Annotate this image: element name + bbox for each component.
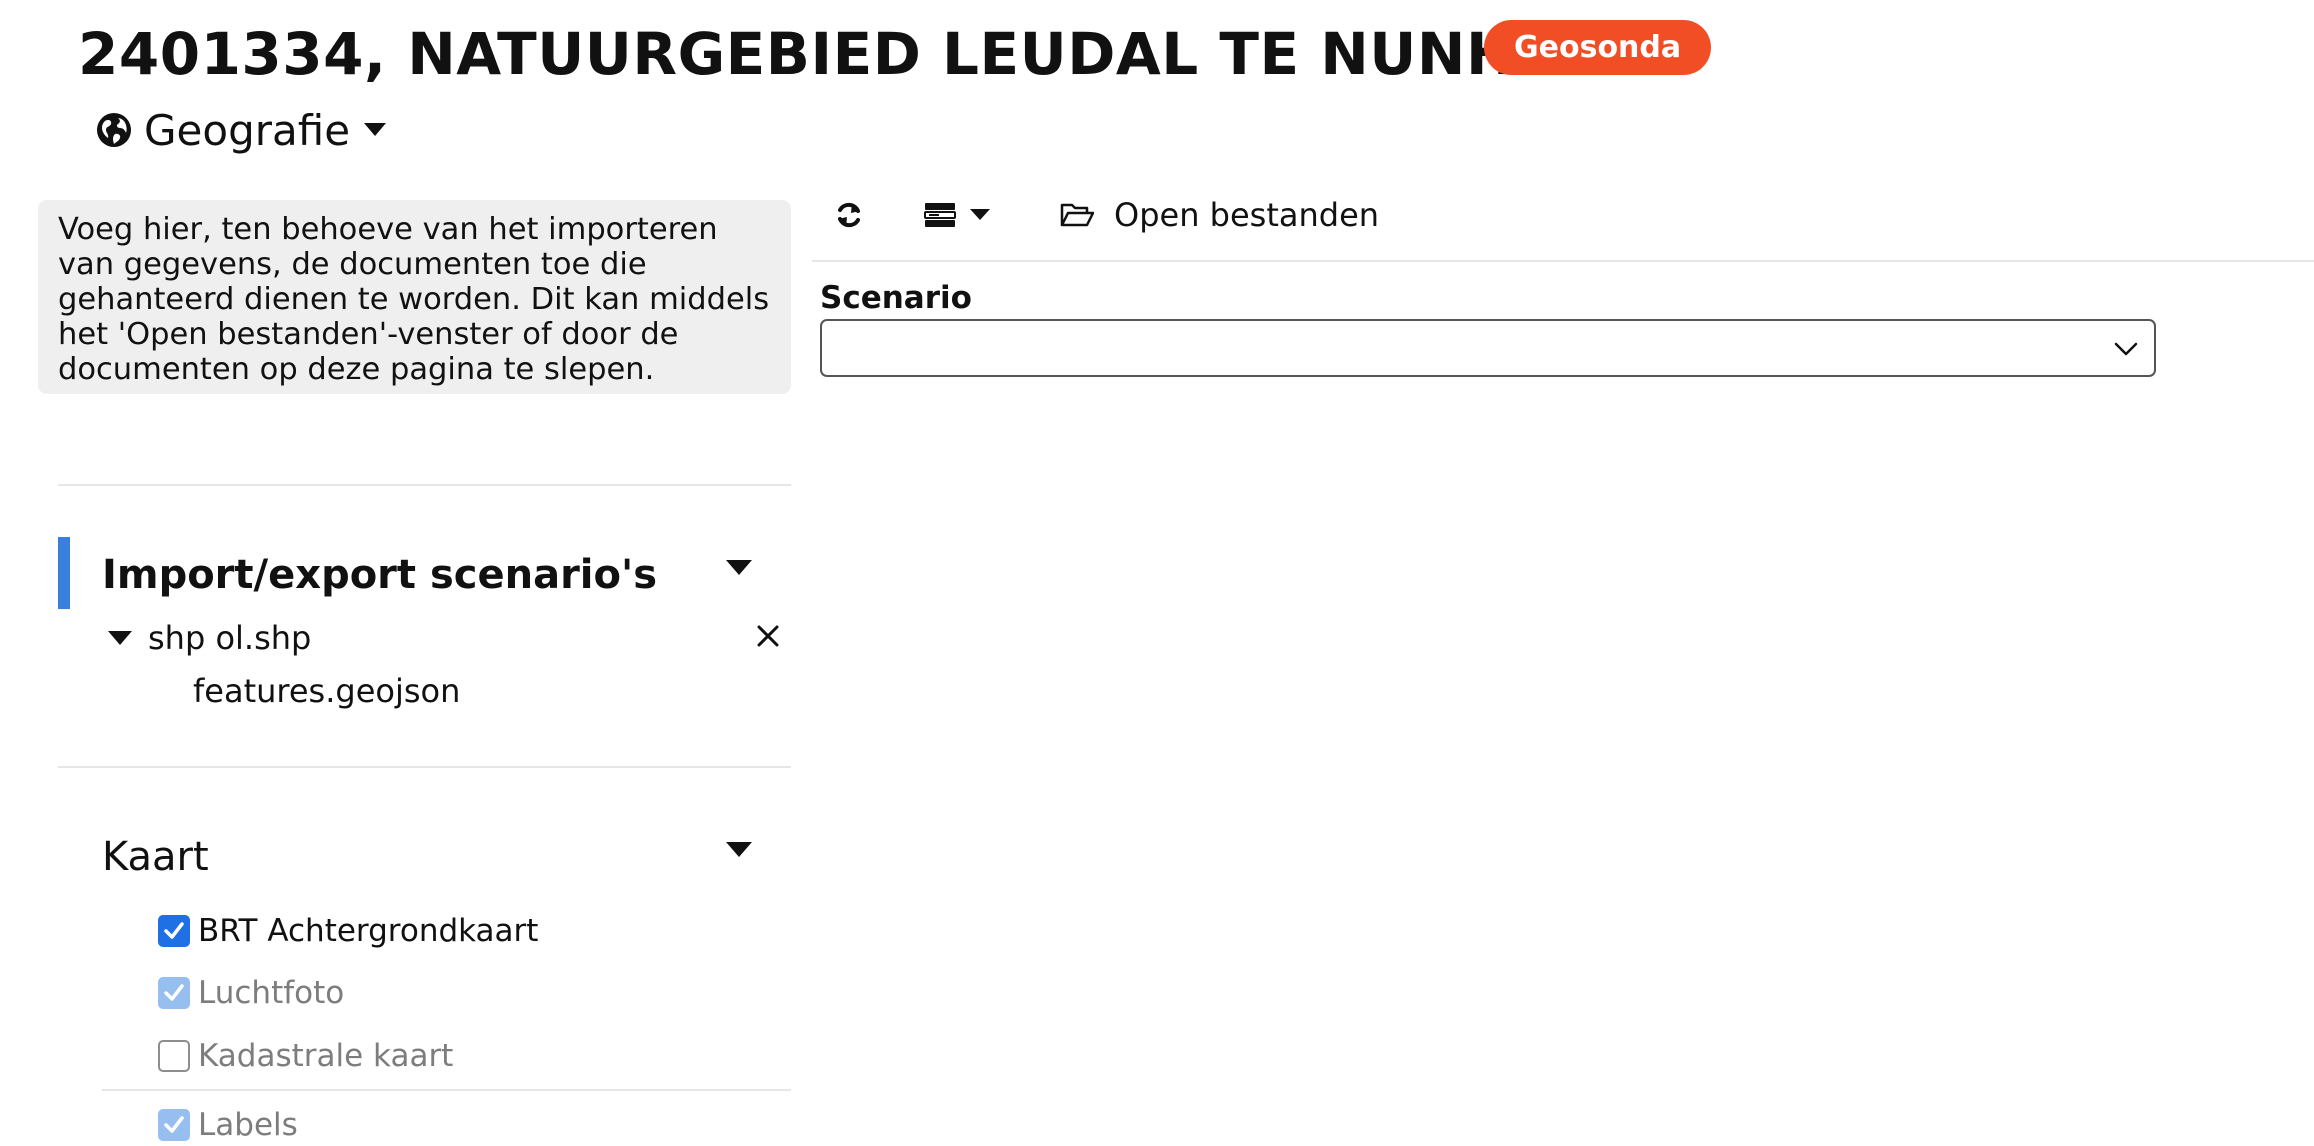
layer-label: Kadastrale kaart [198, 1038, 454, 1074]
checkbox [158, 1109, 190, 1141]
section-title-import-export[interactable]: Import/export scenario's [102, 549, 657, 601]
layer-option-kadastrale-kaart: Kadastrale kaart [158, 1035, 453, 1077]
brand-badge: Geosonda [1484, 20, 1712, 75]
active-section-indicator [58, 537, 70, 609]
tree-caret-down-icon[interactable] [108, 630, 132, 646]
layer-option-luchtfoto: Luchtfoto [158, 972, 344, 1014]
globe-icon [97, 113, 131, 147]
checkbox[interactable] [158, 915, 190, 947]
checkmark-icon [164, 922, 184, 939]
child-file-name: features.geojson [193, 672, 461, 710]
collapse-caret-icon[interactable] [726, 842, 752, 858]
file-tree-child[interactable]: features.geojson [193, 670, 460, 712]
page-title: 2401334, NATUURGEBIED LEUDAL TE NUNHEM [78, 20, 1614, 88]
refresh-button[interactable] [834, 186, 884, 244]
folder-open-icon [1060, 203, 1094, 227]
collapse-caret-icon[interactable] [726, 560, 752, 576]
close-icon[interactable] [756, 624, 780, 648]
layout-menu-button[interactable] [924, 186, 1014, 244]
file-name: shp ol.shp [148, 619, 312, 657]
caret-down-icon [364, 123, 387, 136]
scenario-select[interactable] [820, 319, 2156, 377]
module-dropdown[interactable]: Geografie [96, 102, 387, 158]
module-label: Geografie [144, 105, 351, 155]
divider [58, 484, 791, 486]
checkmark-icon [164, 984, 184, 1001]
chevron-down-icon [2114, 342, 2138, 356]
checkbox [158, 1040, 190, 1072]
caret-down-icon [970, 209, 990, 220]
divider [102, 1089, 791, 1091]
layer-label: Luchtfoto [198, 975, 345, 1011]
divider [58, 766, 791, 768]
layout-menu-icon [924, 203, 956, 227]
file-tree-item[interactable]: shp ol.shp [108, 617, 311, 659]
open-files-label: Open bestanden [1114, 196, 1380, 234]
section-title-kaart[interactable]: Kaart [102, 831, 209, 883]
import-instructions: Voeg hier, ten behoeve van het importere… [38, 200, 791, 394]
layer-option-labels: Labels [158, 1104, 298, 1146]
refresh-icon [838, 202, 860, 228]
layer-option-brt[interactable]: BRT Achtergrondkaart [158, 910, 538, 952]
scenario-label: Scenario [820, 280, 972, 316]
checkbox [158, 977, 190, 1009]
layer-label: Labels [198, 1107, 298, 1143]
toolbar: Open bestanden [812, 186, 2314, 262]
layer-label: BRT Achtergrondkaart [198, 913, 539, 949]
checkmark-icon [164, 1116, 184, 1133]
open-files-button[interactable]: Open bestanden [1060, 186, 1379, 244]
